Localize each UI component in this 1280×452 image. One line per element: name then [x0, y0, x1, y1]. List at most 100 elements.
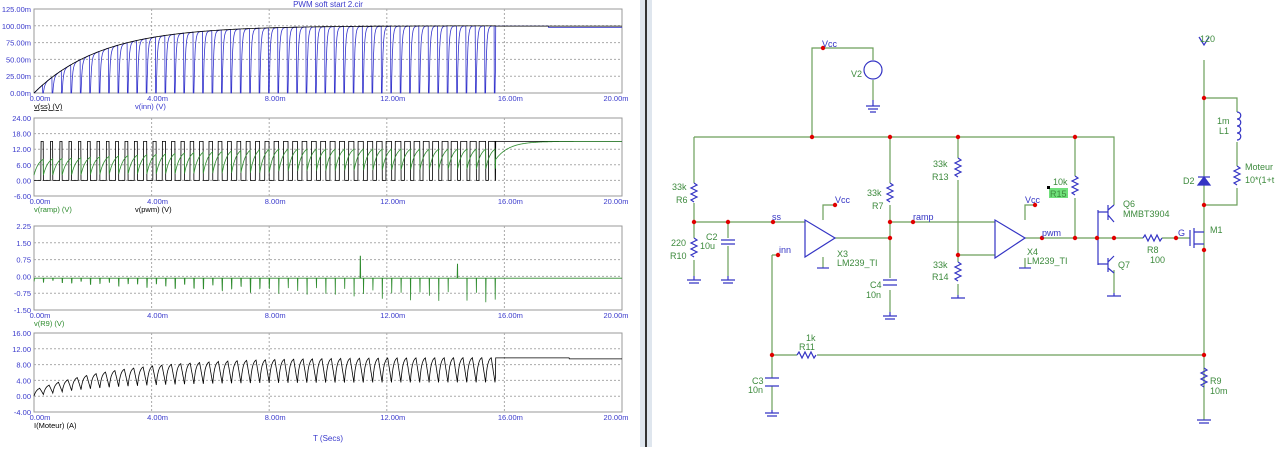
label-r13: R13	[932, 172, 949, 182]
model-x3: LM239_TI	[837, 258, 878, 268]
label-l1: L1	[1219, 126, 1229, 136]
plot-area[interactable]	[33, 225, 623, 311]
x-tick-label: 8.00m	[265, 413, 286, 422]
resistor-r11[interactable]	[796, 350, 817, 360]
series-legend-label[interactable]: v(inn) (V)	[135, 102, 166, 111]
plot-panel-4[interactable]: 16.0012.008.004.000.00-4.000.00m 4.00m 8.0…	[12, 329, 628, 430]
series-legend-label[interactable]: v(ss) (V)	[34, 102, 63, 111]
schematic-canvas[interactable]: Vcc V2 33k R6 220 R10 C2 10u ss inn Vcc …	[652, 0, 1280, 447]
label-r10: R10	[670, 251, 687, 261]
series-legend-label[interactable]: v(R9) (V)	[34, 319, 65, 328]
ground-icon	[721, 276, 735, 284]
wires	[693, 47, 1238, 420]
x-tick-label: 20.00m	[603, 94, 628, 103]
x-tick-label: 12.00m	[380, 197, 405, 206]
analysis-plot-window: PWM soft start 2.cir T (Secs) 125.00m 100…	[0, 0, 640, 447]
y-tick-label: -0.75	[14, 289, 31, 298]
components	[687, 36, 1242, 424]
y-tick-label: 18.00	[12, 130, 31, 139]
plot-area[interactable]	[33, 117, 623, 197]
resistor-r15[interactable]	[1070, 175, 1080, 196]
plot-area[interactable]	[33, 8, 623, 94]
capacitor-c4[interactable]	[883, 279, 897, 286]
x-tick-label: 4.00m	[147, 311, 168, 320]
ground-icon	[687, 276, 701, 284]
x-tick-label: 12.00m	[380, 311, 405, 320]
resistor-r8[interactable]	[1142, 233, 1163, 243]
y-tick-label: 8.00	[16, 361, 31, 370]
capacitor-c3[interactable]	[765, 377, 779, 387]
series-legend-label[interactable]: v(pwm) (V)	[135, 205, 172, 214]
plot-panel-1[interactable]: 125.00m100.00m75.00m50.00m25.00m0.00m0.0…	[2, 5, 629, 111]
value-moteur: 10*(1+t	[1245, 175, 1275, 185]
diode-d2[interactable]	[1196, 176, 1212, 186]
value-r8: 100	[1150, 255, 1165, 265]
capacitor-c2[interactable]	[721, 239, 735, 245]
x-tick-label: 20.00m	[603, 311, 628, 320]
value-r13: 33k	[933, 159, 948, 169]
x-tick-label: 16.00m	[498, 413, 523, 422]
mosfet-m1[interactable]	[1189, 228, 1204, 248]
value-l1: 1m	[1217, 116, 1230, 126]
y-tick-label: 2.25	[16, 222, 31, 231]
net-label-g[interactable]: G	[1178, 228, 1185, 238]
ground-icon	[866, 100, 880, 113]
net-label-pwm[interactable]: pwm	[1042, 228, 1061, 238]
x-tick-label: 16.00m	[498, 311, 523, 320]
plot-panel-3[interactable]: 2.251.500.750.00-0.75-1.500.00m 4.00m 8.00…	[14, 222, 629, 328]
value-r7: 33k	[867, 188, 882, 198]
supply-label: 120	[1200, 34, 1215, 44]
voltage-source-v2[interactable]	[863, 60, 883, 80]
value-r6: 33k	[672, 182, 687, 192]
y-tick-label: 75.00m	[6, 39, 31, 48]
net-label-vcc[interactable]: Vcc	[822, 39, 838, 49]
inductor-l1[interactable]	[1236, 111, 1242, 141]
net-label-inn[interactable]: inn	[779, 245, 791, 255]
net-label-vcc-x3[interactable]: Vcc	[835, 195, 851, 205]
label-r7: R7	[872, 201, 884, 211]
x-tick-label: 8.00m	[265, 197, 286, 206]
label-r14: R14	[932, 272, 949, 282]
resistor-r13[interactable]	[953, 157, 963, 178]
resistor-r14[interactable]	[953, 261, 963, 282]
y-tick-label: 0.00	[16, 176, 31, 185]
series-legend-label[interactable]: v(ramp) (V)	[34, 205, 72, 214]
label-c4: C4	[870, 280, 882, 290]
label-r15[interactable]: R15	[1050, 189, 1067, 199]
resistor-r7[interactable]	[885, 182, 895, 203]
comparator-x4[interactable]	[994, 218, 1027, 260]
model-x4: LM239_TI	[1027, 256, 1068, 266]
y-tick-label: 12.00	[12, 145, 31, 154]
label-r9: R9	[1210, 376, 1222, 386]
series-legend-label[interactable]: I(Moteur) (A)	[34, 421, 77, 430]
x-tick-label: 20.00m	[603, 197, 628, 206]
value-r10: 220	[671, 238, 686, 248]
ground-icon	[765, 410, 779, 417]
net-label-ss[interactable]: ss	[772, 212, 782, 222]
pane-splitter[interactable]	[640, 0, 652, 447]
plot-area[interactable]	[33, 332, 623, 413]
label-moteur: Moteur	[1245, 162, 1273, 172]
resistor-r10[interactable]	[689, 237, 699, 258]
label-q7: Q7	[1118, 260, 1130, 270]
comparator-x3[interactable]	[804, 218, 837, 259]
value-c3: 10n	[748, 385, 763, 395]
label-d2: D2	[1183, 176, 1195, 186]
label-m1: M1	[1210, 225, 1223, 235]
x-tick-label: 8.00m	[265, 311, 286, 320]
plot-panel-2[interactable]: 24.0018.0012.006.000.00-6.000.00m 4.00m 8.…	[12, 114, 628, 214]
schematic-editor: Vcc V2 33k R6 220 R10 C2 10u ss inn Vcc …	[652, 0, 1280, 447]
value-c2: 10u	[700, 241, 715, 251]
value-r15: 10k	[1053, 177, 1068, 187]
resistor-r6[interactable]	[689, 182, 699, 203]
net-label-vcc-x4[interactable]: Vcc	[1025, 195, 1041, 205]
transistor-q6-q7[interactable]	[1097, 204, 1115, 274]
x-tick-label: 4.00m	[147, 413, 168, 422]
resistor-moteur[interactable]	[1232, 165, 1242, 186]
y-tick-label: 0.00m	[10, 89, 31, 98]
ground-icon	[883, 312, 897, 320]
y-tick-label: 12.00	[12, 345, 31, 354]
net-label-ramp[interactable]: ramp	[913, 212, 934, 222]
label-r11: R11	[799, 342, 815, 352]
resistor-r9[interactable]	[1199, 367, 1209, 388]
